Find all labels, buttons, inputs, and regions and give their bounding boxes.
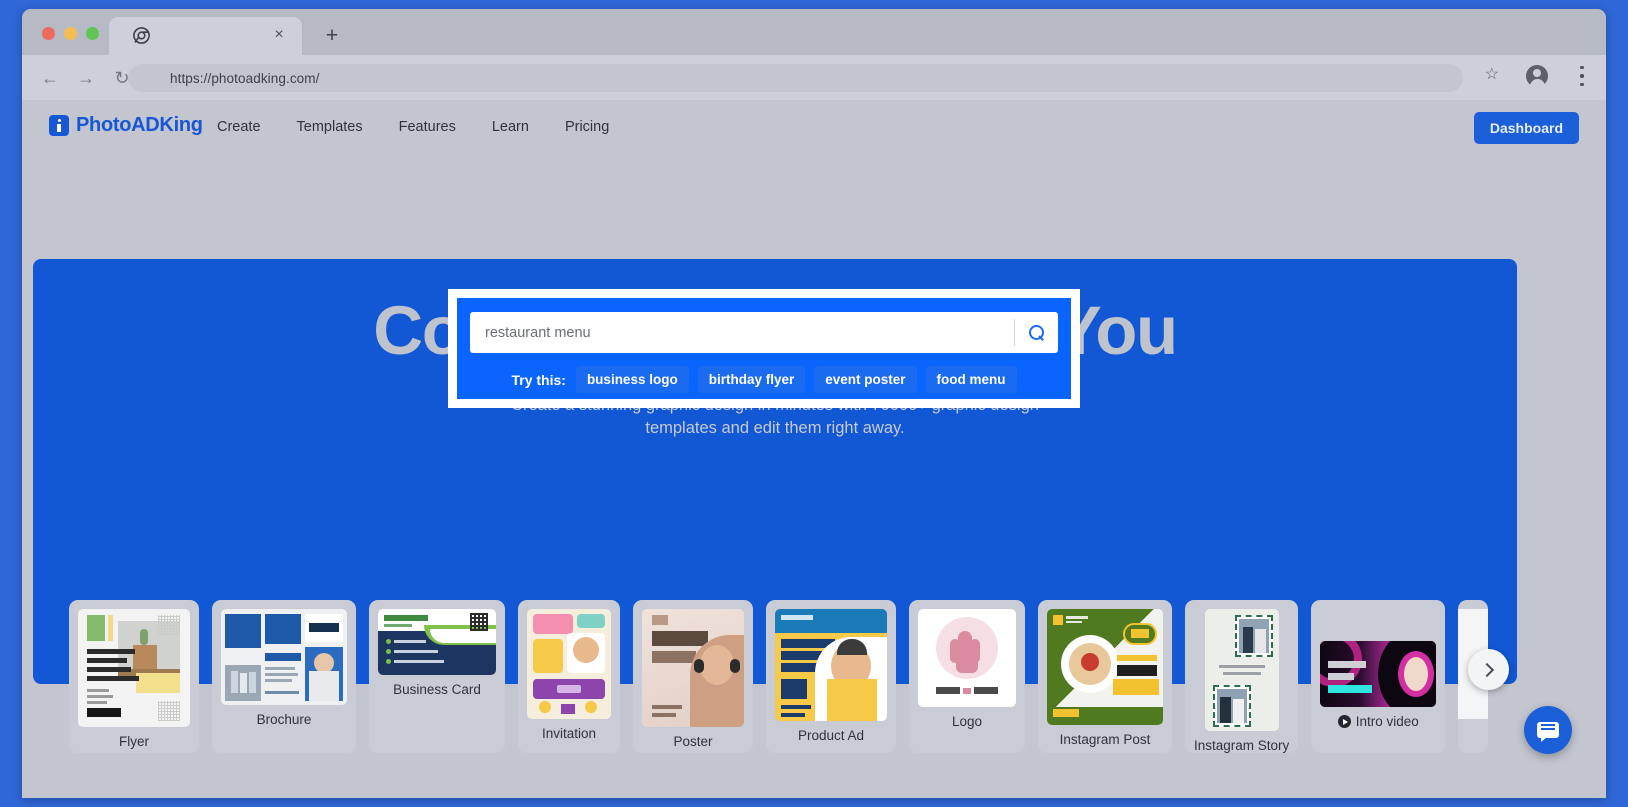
card-flyer[interactable]: Flyer	[69, 600, 199, 753]
site-logo[interactable]: PhotoADKing	[49, 114, 203, 137]
logo-text: PhotoADKing	[76, 114, 203, 136]
thumbnail-instagram-story	[1204, 609, 1279, 731]
suggestion-chip-event-poster[interactable]: event poster	[814, 366, 917, 393]
template-category-carousel: Flyer Brochure Business Card Invitation …	[69, 600, 1529, 760]
page-viewport: PhotoADKing Create Templates Features Le…	[22, 100, 1606, 798]
close-window-button[interactable]	[42, 27, 55, 40]
forward-button[interactable]: →	[75, 67, 97, 89]
profile-avatar-icon[interactable]	[1526, 65, 1548, 90]
magnifier-icon	[1029, 325, 1044, 340]
thumbnail-poster	[642, 609, 744, 727]
search-input[interactable]: restaurant menu	[470, 325, 1014, 341]
nav-item-pricing[interactable]: Pricing	[565, 119, 609, 135]
thumbnail-flyer	[78, 609, 190, 727]
carousel-next-button[interactable]	[1468, 649, 1509, 690]
play-icon	[1337, 715, 1351, 728]
suggestion-row: Try this: business logo birthday flyer e…	[470, 366, 1058, 393]
card-poster[interactable]: Poster	[633, 600, 753, 753]
screen: × + ← → ↻ https://photoadking.com/ ☆ Pho…	[0, 0, 1628, 807]
chevron-right-icon	[1479, 662, 1495, 677]
hero-subtitle-line2: templates and edit them right away.	[645, 419, 905, 438]
card-label-poster: Poster	[673, 734, 713, 749]
card-intro-video[interactable]: Intro video	[1311, 600, 1446, 753]
card-invitation[interactable]: Invitation	[518, 600, 620, 753]
card-label-product-ad: Product Ad	[797, 728, 865, 743]
card-product-ad[interactable]: Product Ad	[766, 600, 896, 753]
try-this-label: Try this:	[511, 371, 566, 388]
suggestion-chip-business-logo[interactable]: business logo	[575, 366, 689, 393]
url-text: https://photoadking.com/	[170, 70, 320, 86]
card-instagram-story[interactable]: Instagram Story	[1185, 600, 1299, 753]
maximize-window-button[interactable]	[86, 27, 99, 40]
back-button[interactable]: ←	[39, 67, 61, 89]
tab-strip: × +	[22, 9, 1606, 55]
thumbnail-instagram-post	[1047, 609, 1163, 725]
search-panel: restaurant menu Try this: business logo …	[457, 298, 1071, 399]
browser-toolbar: ← → ↻ https://photoadking.com/ ☆	[22, 55, 1606, 100]
card-instagram-post[interactable]: Instagram Post	[1038, 600, 1172, 753]
thumbnail-intro-video	[1320, 641, 1437, 707]
address-bar[interactable]: https://photoadking.com/	[128, 64, 1463, 92]
card-brochure[interactable]: Brochure	[212, 600, 356, 753]
card-business-card[interactable]: Business Card	[369, 600, 505, 753]
minimize-window-button[interactable]	[64, 27, 77, 40]
browser-menu-icon[interactable]	[1580, 66, 1584, 86]
dashboard-button[interactable]: Dashboard	[1473, 112, 1579, 144]
chat-bubble-icon	[1537, 722, 1559, 742]
bookmark-star-icon[interactable]: ☆	[1485, 67, 1499, 83]
search-highlight-box: restaurant menu Try this: business logo …	[448, 289, 1080, 408]
site-header: PhotoADKing Create Templates Features Le…	[22, 100, 1606, 154]
card-logo[interactable]: Logo	[909, 600, 1025, 753]
card-label-invitation: Invitation	[541, 726, 597, 741]
card-label-flyer: Flyer	[119, 734, 149, 749]
chrome-icon	[133, 27, 150, 44]
card-label-intro-video-text: Intro video	[1355, 714, 1419, 729]
card-label-brochure: Brochure	[256, 712, 312, 727]
thumbnail-business-card	[378, 609, 496, 675]
thumbnail-logo	[918, 609, 1016, 707]
main-nav: Create Templates Features Learn Pricing	[217, 119, 609, 135]
suggestion-chip-food-menu[interactable]: food menu	[925, 366, 1017, 393]
card-label-business-card: Business Card	[393, 682, 481, 697]
chat-widget-button[interactable]	[1524, 706, 1572, 754]
search-field[interactable]: restaurant menu	[470, 312, 1058, 353]
photoadking-logo-icon	[49, 115, 69, 136]
thumbnail-brochure	[221, 609, 347, 705]
nav-item-templates[interactable]: Templates	[297, 119, 363, 135]
card-label-intro-video: Intro video	[1337, 714, 1419, 729]
browser-tab[interactable]: ×	[109, 17, 302, 55]
card-label-instagram-story: Instagram Story	[1194, 738, 1290, 753]
suggestion-chip-birthday-flyer[interactable]: birthday flyer	[697, 366, 806, 393]
thumbnail-invitation	[527, 609, 611, 719]
browser-window: × + ← → ↻ https://photoadking.com/ ☆ Pho…	[22, 9, 1606, 798]
nav-item-learn[interactable]: Learn	[492, 119, 529, 135]
search-button[interactable]	[1015, 325, 1058, 340]
new-tab-button[interactable]: +	[322, 25, 342, 46]
card-label-instagram-post: Instagram Post	[1059, 732, 1151, 747]
nav-item-create[interactable]: Create	[217, 119, 261, 135]
thumbnail-product-ad	[775, 609, 887, 721]
close-tab-button[interactable]: ×	[271, 27, 287, 43]
card-label-logo: Logo	[951, 714, 983, 729]
nav-item-features[interactable]: Features	[399, 119, 456, 135]
window-controls[interactable]	[42, 27, 99, 40]
